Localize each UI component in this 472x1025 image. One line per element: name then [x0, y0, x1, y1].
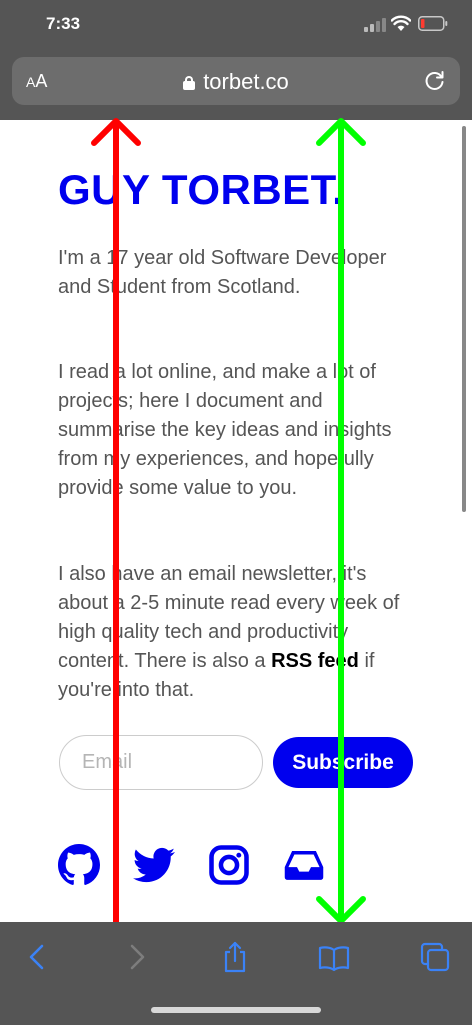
reload-icon[interactable]	[424, 69, 446, 91]
instagram-icon[interactable]	[208, 844, 250, 886]
url-domain: torbet.co	[203, 69, 289, 94]
browser-bottom-toolbar	[0, 922, 472, 1025]
page-scrollbar[interactable]	[462, 126, 466, 512]
cellular-signal-icon	[364, 18, 386, 32]
url-display[interactable]: torbet.co	[12, 69, 460, 95]
address-bar[interactable]: AA torbet.co	[12, 57, 460, 105]
back-icon[interactable]	[20, 940, 54, 974]
red-annotation-arrow	[91, 118, 141, 1024]
bookmarks-icon[interactable]	[317, 940, 351, 974]
green-annotation-arrow	[316, 118, 366, 924]
home-indicator[interactable]	[151, 1007, 321, 1013]
status-time: 7:33	[46, 14, 81, 33]
lock-icon	[183, 76, 196, 90]
wifi-icon	[391, 15, 411, 31]
forward-icon[interactable]	[120, 940, 154, 974]
battery-icon	[418, 16, 448, 31]
browser-top-bar: 7:33 AA torbet.co	[0, 0, 472, 120]
tabs-icon[interactable]	[418, 940, 452, 974]
share-icon[interactable]	[218, 940, 252, 974]
